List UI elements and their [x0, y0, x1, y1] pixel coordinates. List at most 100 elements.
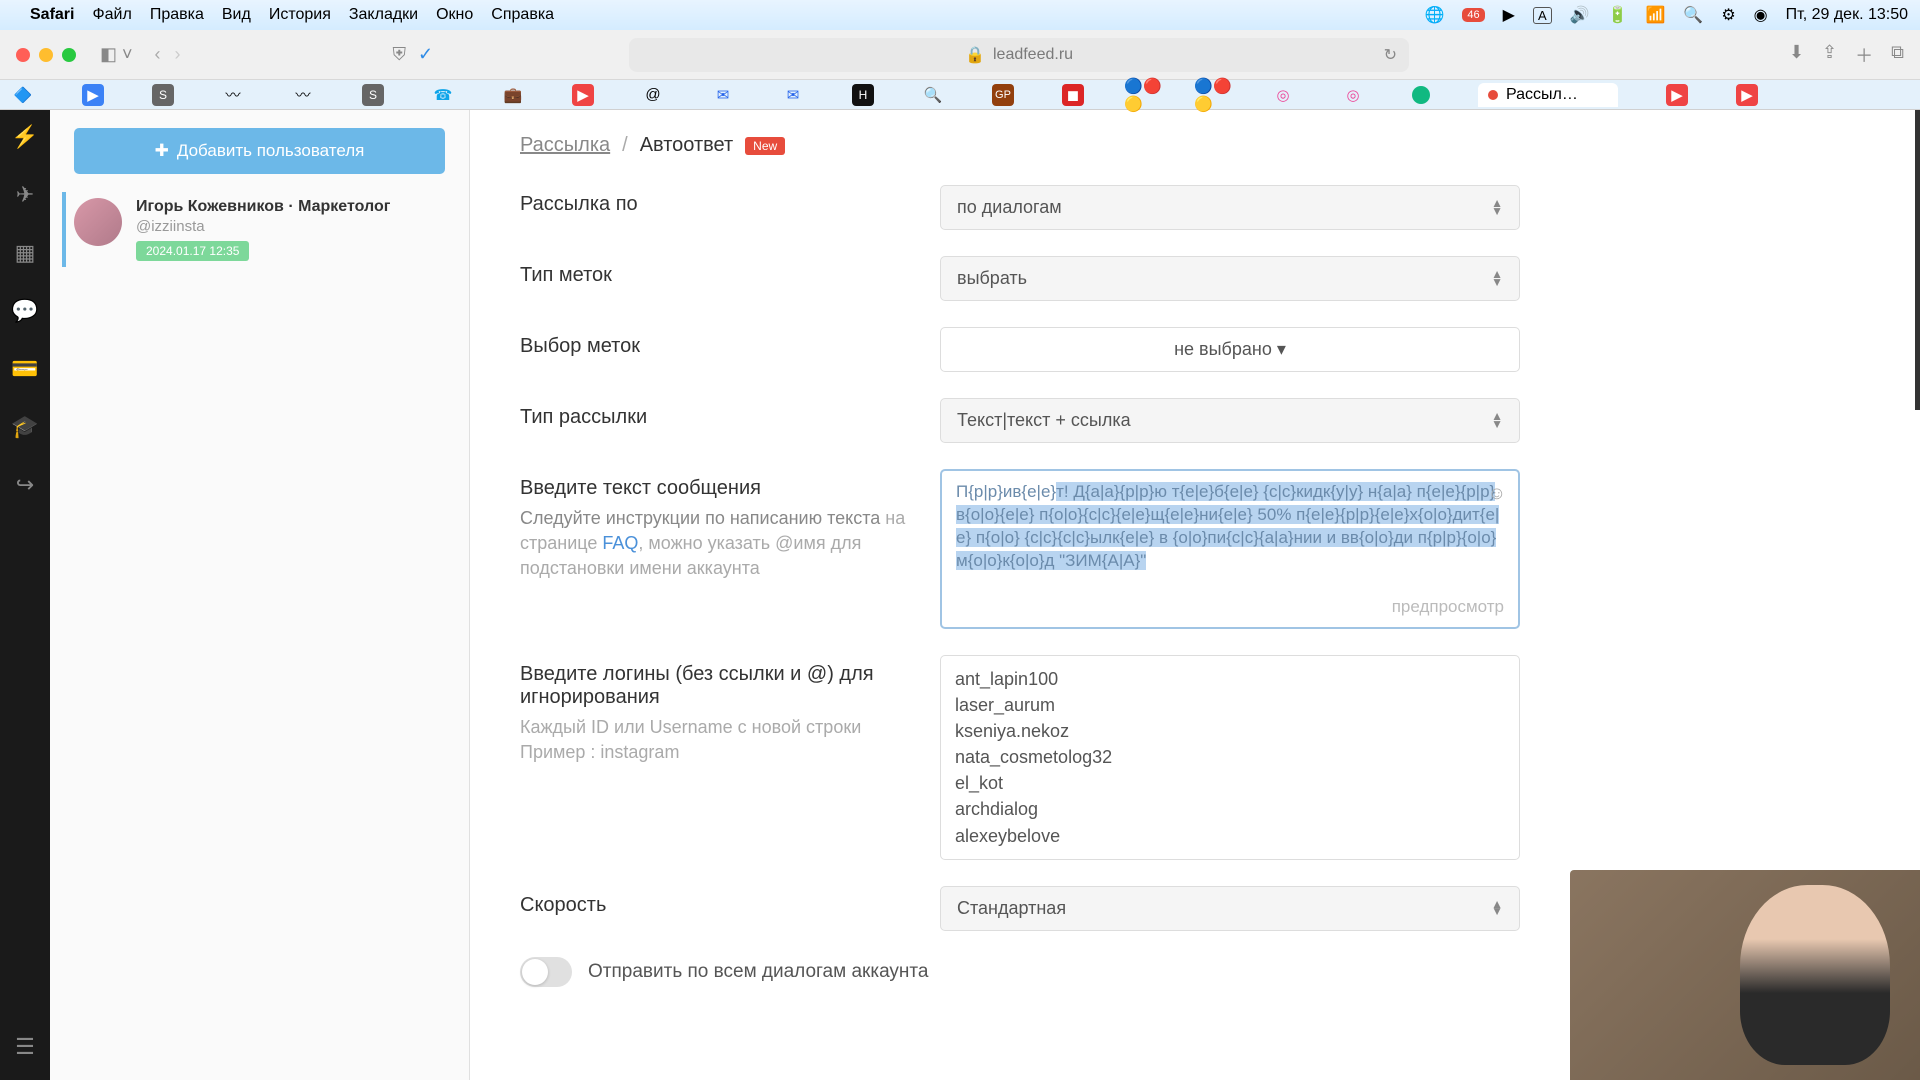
menu-window[interactable]: Окно — [436, 6, 473, 24]
login-line: laser_aurum — [955, 692, 1505, 718]
tab-favicon[interactable]: 〰 — [222, 84, 244, 106]
tab-favicon[interactable]: H — [852, 84, 874, 106]
tab-title: Рассыл… — [1506, 86, 1578, 104]
tab-active[interactable]: Рассыл… — [1478, 83, 1618, 107]
control-center-icon[interactable]: ⚙ — [1721, 5, 1735, 25]
webcam-overlay — [1570, 870, 1920, 1080]
tab-favicon[interactable]: ✉ — [782, 84, 804, 106]
message-prefix: П{р|р}ив{е|е} — [956, 482, 1056, 501]
tab-favicon[interactable]: 〰 — [292, 84, 314, 106]
select-send-type[interactable]: Текст|текст + ссылка ▲▼ — [940, 398, 1520, 443]
message-textarea[interactable]: П{р|р}ив{е|е}т! Д{а|а}{р|р}ю т{е|е}б{е|е… — [940, 469, 1520, 629]
tab-favicon[interactable]: 🔍 — [922, 84, 944, 106]
lang-icon[interactable]: А — [1533, 7, 1552, 24]
tab-favicon[interactable]: 💼 — [502, 84, 524, 106]
add-user-button[interactable]: ✚ Добавить пользователя — [74, 128, 445, 174]
select-value: по диалогам — [957, 197, 1062, 218]
maximize-window-icon[interactable] — [62, 48, 76, 62]
login-line: archdialog — [955, 796, 1505, 822]
faq-link[interactable]: FAQ — [602, 533, 638, 553]
url-bar[interactable]: 🔒 leadfeed.ru ↻ — [629, 38, 1409, 72]
menu-edit[interactable]: Правка — [150, 6, 204, 24]
sidebar-toggle-icon[interactable]: ◧ ˅ — [100, 44, 133, 65]
avatar — [74, 198, 122, 246]
login-line: el_kot — [955, 770, 1505, 796]
user-card[interactable]: Игорь Кожевников · Маркетолог @izziinsta… — [62, 192, 445, 267]
breadcrumb-current: Автоответ — [640, 134, 733, 157]
siri-icon[interactable]: ◉ — [1754, 5, 1768, 25]
user-date-badge: 2024.01.17 12:35 — [136, 241, 249, 261]
tab-favicon[interactable]: ☎ — [432, 84, 454, 106]
tab-favicon[interactable]: ◎ — [1342, 84, 1364, 106]
select-label-type[interactable]: выбрать ▲▼ — [940, 256, 1520, 301]
rail-chat-icon[interactable]: 💬 — [11, 298, 38, 324]
emoji-icon[interactable]: ☺ — [1488, 481, 1506, 505]
tab-favicon[interactable]: ▶ — [1736, 84, 1758, 106]
tab-favicon[interactable]: GP — [992, 84, 1014, 106]
scrollbar[interactable] — [1915, 110, 1920, 410]
menu-help[interactable]: Справка — [491, 6, 554, 24]
wifi-icon[interactable]: 📶 — [1645, 5, 1665, 25]
rail-education-icon[interactable]: 🎓 — [11, 414, 38, 440]
breadcrumb-root[interactable]: Рассылка — [520, 134, 610, 157]
new-tab-icon[interactable]: ＋ — [1855, 42, 1873, 68]
downloads-icon[interactable]: ⬇ — [1789, 42, 1804, 68]
toggle-all-dialogs[interactable] — [520, 957, 572, 987]
menu-app[interactable]: Safari — [30, 6, 74, 24]
minimize-window-icon[interactable] — [39, 48, 53, 62]
rail-send-icon[interactable]: ✈ — [16, 182, 34, 208]
tab-favicon[interactable]: 🔵🔴🟡 — [1202, 84, 1224, 106]
tab-favicon[interactable]: ◼ — [1062, 84, 1084, 106]
globe-icon[interactable]: 🌐 — [1424, 5, 1444, 25]
dropdown-value: не выбрано — [1174, 339, 1272, 359]
app-left-rail: ⚡ ✈ ▦ 💬 💳 🎓 ↪ ☰ — [0, 110, 50, 1080]
add-user-label: Добавить пользователя — [177, 141, 365, 161]
notification-badge[interactable]: 46 — [1462, 8, 1484, 22]
rail-logout-icon[interactable]: ↪ — [16, 472, 34, 498]
menu-view[interactable]: Вид — [222, 6, 251, 24]
play-icon[interactable]: ▶ — [1503, 5, 1515, 25]
menu-history[interactable]: История — [269, 6, 331, 24]
share-icon[interactable]: ⇪ — [1822, 42, 1837, 68]
refresh-icon[interactable]: ↻ — [1384, 45, 1397, 65]
privacy-shield-icon[interactable]: ⛨ — [393, 44, 407, 65]
tab-favicon[interactable]: 🔵🔴🟡 — [1132, 84, 1154, 106]
tab-favicon[interactable]: ▶ — [1666, 84, 1688, 106]
reload-check-icon[interactable]: ✓ — [418, 44, 433, 65]
select-send-by[interactable]: по диалогам ▲▼ — [940, 185, 1520, 230]
tab-favicon[interactable] — [1412, 86, 1430, 104]
label-label-type: Тип меток — [520, 256, 940, 287]
back-icon[interactable]: ‹ — [155, 44, 161, 65]
menu-file[interactable]: Файл — [92, 6, 131, 24]
lock-icon: 🔒 — [965, 45, 985, 65]
volume-icon[interactable]: 🔊 — [1570, 5, 1590, 25]
tab-favicon[interactable]: ▶ — [572, 84, 594, 106]
tab-favicon[interactable]: ◎ — [1272, 84, 1294, 106]
rail-grid-icon[interactable]: ▦ — [15, 240, 36, 266]
chevron-updown-icon: ▲▼ — [1491, 200, 1503, 214]
menu-bookmarks[interactable]: Закладки — [349, 6, 418, 24]
login-line: kseniya.nekoz — [955, 718, 1505, 744]
chevron-updown-icon: ▲▼ — [1491, 413, 1503, 427]
tab-favicon[interactable]: S — [152, 84, 174, 106]
rail-menu-icon[interactable]: ☰ — [15, 1034, 35, 1060]
rail-card-icon[interactable]: 💳 — [11, 356, 38, 382]
tab-favicon[interactable]: @ — [642, 84, 664, 106]
rail-bolt-icon[interactable]: ⚡ — [11, 124, 38, 150]
ignore-logins-textarea[interactable]: ant_lapin100 laser_aurum kseniya.nekoz n… — [940, 655, 1520, 860]
tab-favicon[interactable]: ▶ — [82, 84, 104, 106]
label-message: Введите текст сообщения — [520, 477, 940, 500]
battery-icon[interactable]: 🔋 — [1608, 5, 1628, 25]
preview-link[interactable]: предпросмотр — [1392, 596, 1504, 619]
tab-favicon[interactable]: S — [362, 84, 384, 106]
search-icon[interactable]: 🔍 — [1683, 5, 1703, 25]
tab-favicon[interactable]: 🔷 — [12, 84, 34, 106]
mac-menubar: Safari Файл Правка Вид История Закладки … — [0, 0, 1920, 30]
close-window-icon[interactable] — [16, 48, 30, 62]
chevron-updown-icon: ▲▼ — [1491, 271, 1503, 285]
tabs-overview-icon[interactable]: ⧉ — [1891, 42, 1904, 68]
tab-favicon[interactable]: ✉ — [712, 84, 734, 106]
select-speed[interactable]: Стандартная ▲▼ — [940, 886, 1520, 931]
datetime[interactable]: Пт, 29 дек. 13:50 — [1786, 6, 1908, 24]
dropdown-label-select[interactable]: не выбрано ▾ — [940, 327, 1520, 372]
